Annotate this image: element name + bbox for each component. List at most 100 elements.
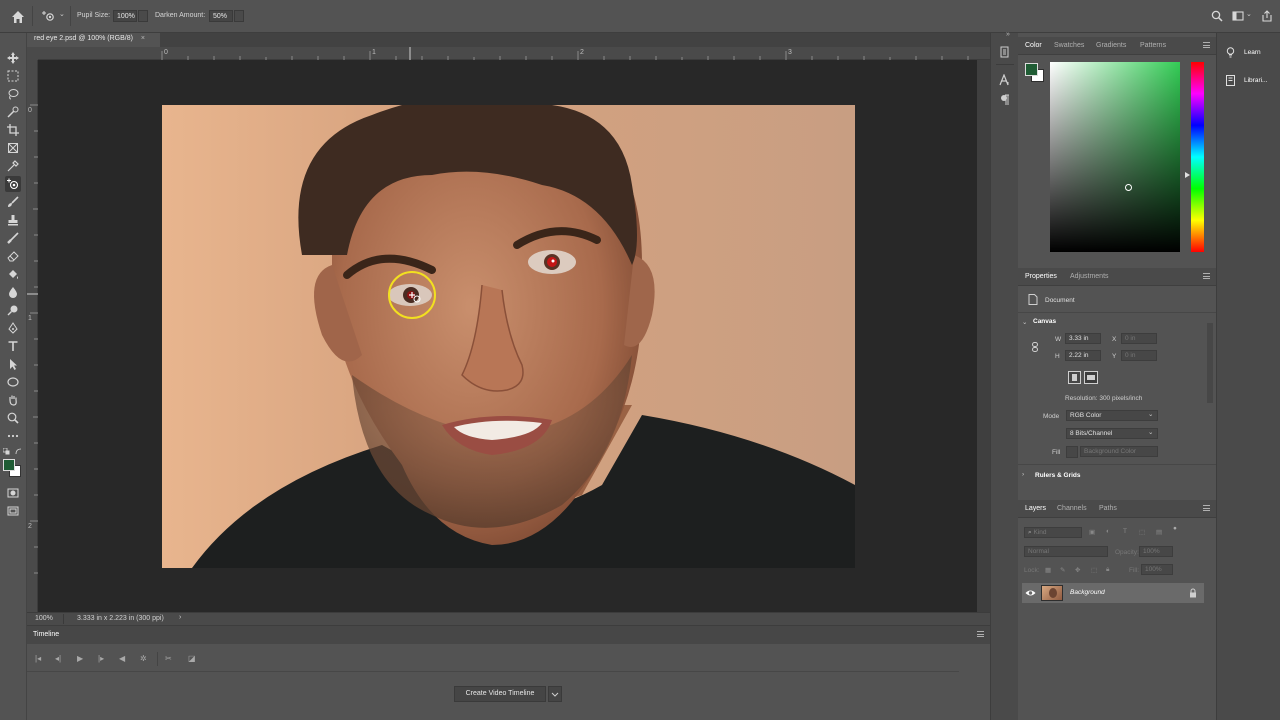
layer-name[interactable]: Background <box>1070 589 1105 596</box>
chevron-down-icon[interactable]: ⌄ <box>1148 410 1153 418</box>
more-tools-icon[interactable] <box>5 428 21 444</box>
tab-color[interactable]: Color <box>1025 42 1042 49</box>
tab-paths[interactable]: Paths <box>1099 505 1117 512</box>
pupil-size-dropdown[interactable] <box>138 10 148 22</box>
marquee-tool-icon[interactable] <box>5 68 21 84</box>
transition-icon[interactable]: ◪ <box>188 654 196 663</box>
landscape-orientation-icon[interactable] <box>1084 371 1098 384</box>
properties-panel-menu-icon[interactable] <box>1203 273 1210 279</box>
scissors-icon[interactable]: ✂ <box>165 654 172 663</box>
lock-artboard-icon[interactable]: ⬚ <box>1091 566 1097 574</box>
height-field[interactable]: 2.22 in <box>1065 350 1101 361</box>
canvas-section-label[interactable]: Canvas <box>1033 318 1056 325</box>
chevron-down-icon[interactable]: ⌄ <box>1246 10 1252 18</box>
brush-tool-icon[interactable] <box>5 194 21 210</box>
rulers-grids-label[interactable]: Rulers & Grids <box>1035 472 1081 479</box>
stamp-tool-icon[interactable] <box>5 212 21 228</box>
hand-tool-icon[interactable] <box>5 392 21 408</box>
learn-item[interactable]: Learn <box>1217 45 1279 61</box>
lock-all-icon[interactable]: 🔒︎ <box>1106 566 1109 574</box>
filter-adjustment-icon[interactable]: ◐ <box>1106 528 1110 535</box>
link-icon[interactable] <box>1031 342 1039 352</box>
move-tool-icon[interactable] <box>5 50 21 66</box>
pupil-size-field[interactable]: 100% <box>113 10 137 22</box>
tab-gradients[interactable]: Gradients <box>1096 42 1126 49</box>
ellipse-tool-icon[interactable] <box>5 374 21 390</box>
quick-mask-icon[interactable] <box>5 485 21 501</box>
swap-colors-icon[interactable] <box>15 448 22 455</box>
play-icon[interactable]: ▶ <box>77 654 83 663</box>
tab-swatches[interactable]: Swatches <box>1054 42 1084 49</box>
collapse-icon[interactable]: » <box>1006 31 1010 38</box>
mode-select[interactable]: RGB Color <box>1066 410 1158 421</box>
layers-panel-menu-icon[interactable] <box>1203 505 1210 511</box>
foreground-color-swatch[interactable] <box>3 459 15 471</box>
lock-position-icon[interactable]: ✥ <box>1075 566 1080 574</box>
hue-slider[interactable] <box>1191 62 1204 252</box>
search-icon[interactable] <box>1211 10 1223 22</box>
settings-gear-icon[interactable]: ✲ <box>140 654 147 663</box>
create-video-timeline-button[interactable]: Create Video Timeline <box>454 686 546 702</box>
darken-amount-dropdown[interactable] <box>234 10 244 22</box>
properties-scrollbar[interactable] <box>1207 323 1213 403</box>
filter-smart-object-icon[interactable]: ▤ <box>1156 528 1162 536</box>
layer-filter-kind[interactable]: ⌕ Kind <box>1024 527 1082 538</box>
type-tool-icon[interactable] <box>5 338 21 354</box>
screen-mode-icon[interactable] <box>5 503 21 519</box>
share-icon[interactable] <box>1261 10 1273 22</box>
close-icon[interactable]: × <box>141 35 145 42</box>
default-colors-icon[interactable] <box>2 447 10 455</box>
visibility-eye-icon[interactable] <box>1025 589 1036 597</box>
rulers-chevron-icon[interactable]: › <box>1022 471 1024 478</box>
tab-properties[interactable]: Properties <box>1025 273 1057 280</box>
red-eye-tool-preset-icon[interactable] <box>40 10 58 22</box>
lock-image-icon[interactable]: ✎ <box>1060 566 1065 574</box>
chevron-down-icon[interactable]: ⌄ <box>1148 428 1153 436</box>
chevron-down-icon[interactable] <box>548 686 562 702</box>
previous-frame-icon[interactable]: ◂| <box>55 654 61 663</box>
color-picker-handle-icon[interactable] <box>1125 184 1132 191</box>
next-frame-icon[interactable]: |▸ <box>98 654 104 663</box>
chevron-down-icon[interactable]: ⌄ <box>59 10 65 18</box>
eraser-tool-icon[interactable] <box>5 248 21 264</box>
lock-transparent-icon[interactable]: ▦ <box>1045 566 1051 574</box>
timeline-menu-icon[interactable] <box>977 631 984 637</box>
color-panel-menu-icon[interactable] <box>1203 42 1210 48</box>
hue-slider-pointer-icon[interactable] <box>1185 172 1190 178</box>
zoom-level[interactable]: 100% <box>35 615 53 622</box>
eyedropper-tool-icon[interactable] <box>5 158 21 174</box>
foreground-swatch[interactable] <box>1025 63 1038 76</box>
tab-layers[interactable]: Layers <box>1025 505 1046 512</box>
width-field[interactable]: 3.33 in <box>1065 333 1101 344</box>
zoom-tool-icon[interactable] <box>5 410 21 426</box>
vertical-scrollbar[interactable] <box>977 60 990 612</box>
filter-pixel-icon[interactable]: ▣ <box>1089 528 1095 536</box>
home-icon[interactable] <box>10 9 26 25</box>
filter-shape-icon[interactable]: ⬚ <box>1139 528 1145 536</box>
bit-depth-select[interactable]: 8 Bits/Channel <box>1066 428 1158 439</box>
document-tab[interactable]: red eye 2.psd @ 100% (RGB/8) × <box>27 33 160 47</box>
canvas-chevron-icon[interactable]: ⌄ <box>1022 318 1027 326</box>
quick-selection-tool-icon[interactable] <box>5 104 21 120</box>
portrait-orientation-icon[interactable] <box>1068 371 1081 384</box>
crop-tool-icon[interactable] <box>5 122 21 138</box>
color-field[interactable] <box>1050 62 1180 252</box>
paint-bucket-tool-icon[interactable] <box>5 266 21 282</box>
libraries-item[interactable]: Librari... <box>1217 73 1279 89</box>
filter-toggle-icon[interactable]: ● <box>1173 525 1177 532</box>
lasso-tool-icon[interactable] <box>5 86 21 102</box>
document-photo[interactable] <box>162 105 855 568</box>
character-icon[interactable] <box>999 74 1011 86</box>
history-icon[interactable] <box>999 46 1011 58</box>
layer-row-background[interactable]: Background <box>1022 583 1204 603</box>
blur-tool-icon[interactable] <box>5 284 21 300</box>
tab-patterns[interactable]: Patterns <box>1140 42 1166 49</box>
status-arrow-icon[interactable]: › <box>179 614 181 621</box>
history-brush-tool-icon[interactable] <box>5 230 21 246</box>
dodge-tool-icon[interactable] <box>5 302 21 318</box>
red-eye-tool-icon[interactable] <box>5 176 21 192</box>
frame-tool-icon[interactable] <box>5 140 21 156</box>
paragraph-icon[interactable] <box>1000 94 1010 106</box>
path-selection-tool-icon[interactable] <box>5 356 21 372</box>
darken-amount-field[interactable]: 50% <box>209 10 233 22</box>
